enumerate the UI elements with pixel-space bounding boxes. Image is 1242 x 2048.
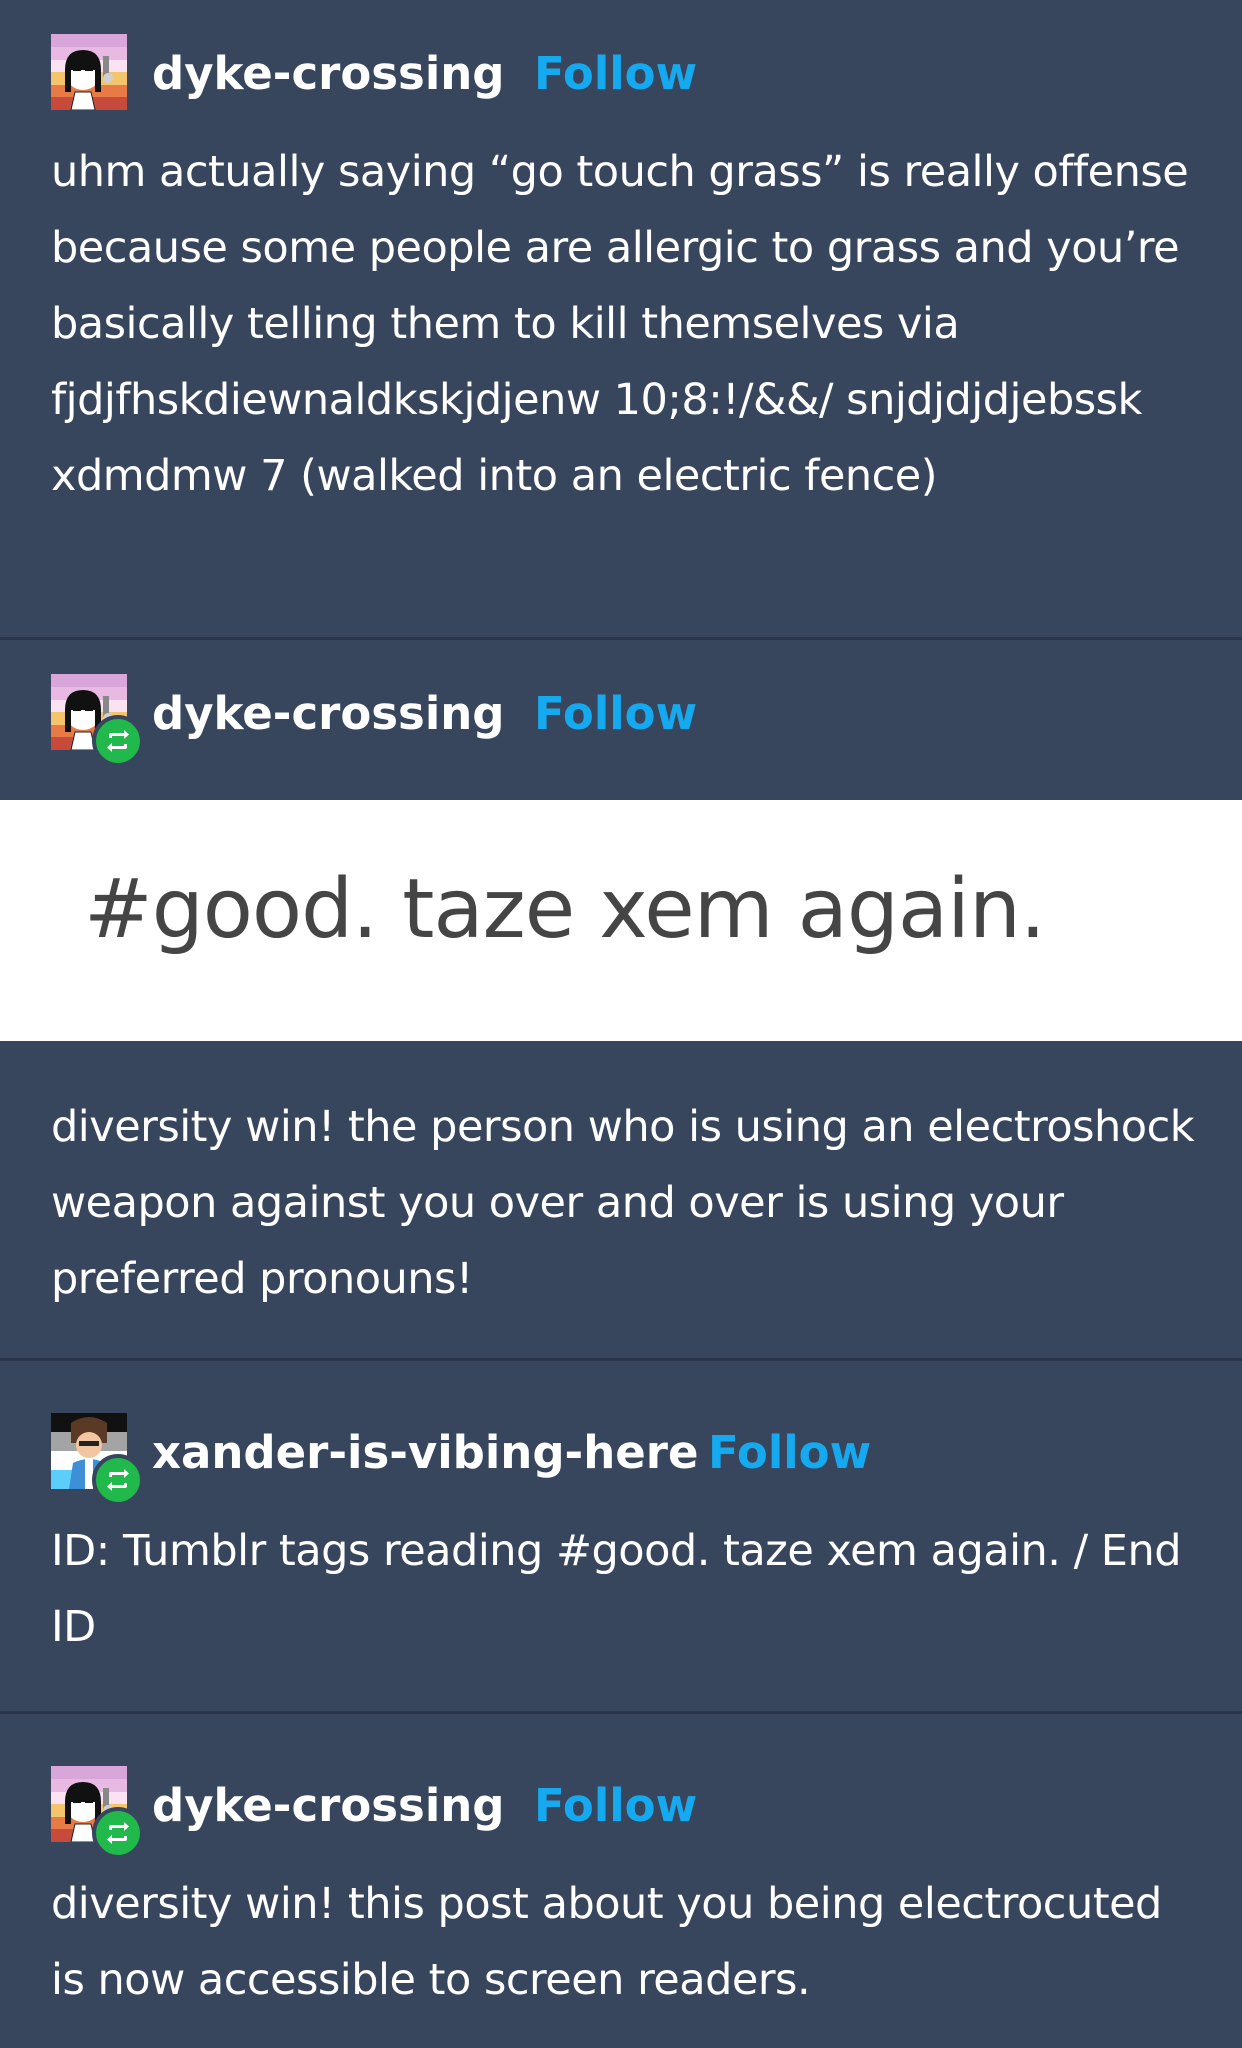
- post-text: ID: Tumblr tags reading #good. taze xem …: [51, 1526, 1182, 1652]
- avatar[interactable]: [51, 674, 144, 767]
- reblog-icon: [92, 1454, 144, 1506]
- follow-button[interactable]: Follow: [534, 684, 697, 744]
- reblog-icon: [92, 1807, 144, 1859]
- avatar-icon: [51, 34, 127, 110]
- post-header: dyke-crossing Follow: [51, 1766, 1202, 1859]
- post-header: dyke-crossing Follow: [51, 34, 1202, 112]
- follow-button[interactable]: Follow: [534, 1776, 697, 1836]
- reblog-icon: [92, 715, 144, 767]
- username[interactable]: dyke-crossing: [152, 1776, 505, 1836]
- post-header: dyke-crossing Follow: [51, 674, 1202, 767]
- follow-button[interactable]: Follow: [708, 1423, 871, 1483]
- post: dyke-crossing Follow uhm actually saying…: [0, 0, 1242, 640]
- post-text: diversity win! this post about you being…: [51, 1879, 1162, 2005]
- post: xander-is-vibing-here Follow ID: Tumblr …: [0, 1361, 1242, 1714]
- post: dyke-crossing Follow: [0, 640, 1242, 800]
- avatar[interactable]: [51, 34, 127, 110]
- post-body: diversity win! the person who is using a…: [0, 1041, 1242, 1361]
- post-text: diversity win! the person who is using a…: [51, 1102, 1195, 1304]
- avatar[interactable]: [51, 1413, 144, 1506]
- username[interactable]: dyke-crossing: [152, 44, 505, 104]
- username[interactable]: xander-is-vibing-here: [152, 1423, 699, 1483]
- avatar[interactable]: [51, 1766, 144, 1859]
- tags-image: #good. taze xem again.: [0, 800, 1242, 1041]
- post: dyke-crossing Follow diversity win! this…: [0, 1714, 1242, 2018]
- username[interactable]: dyke-crossing: [152, 684, 505, 744]
- tags-image-text: #good. taze xem again.: [84, 862, 1046, 957]
- follow-button[interactable]: Follow: [534, 44, 697, 104]
- post-text: uhm actually saying “go touch grass” is …: [51, 147, 1189, 501]
- post-header: xander-is-vibing-here Follow: [51, 1413, 1202, 1506]
